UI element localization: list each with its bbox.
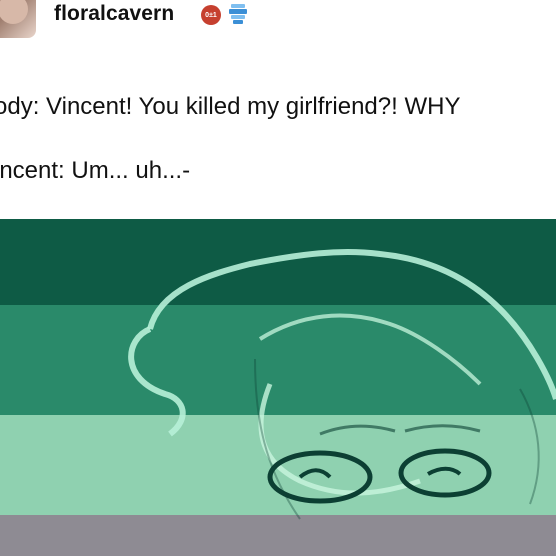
blue-stacked-badge-icon [229, 4, 247, 24]
dialogue-line-1: ody: Vincent! You killed my girlfriend?!… [0, 93, 461, 120]
avatar-hair [0, 0, 28, 24]
cartoon-face-illustration-icon [128, 249, 556, 520]
red-hexagon-badge-icon: 0±1 [201, 5, 221, 25]
post-image[interactable] [0, 219, 556, 556]
username[interactable]: floralcavern [54, 2, 174, 26]
avatar[interactable] [0, 0, 36, 38]
dialogue-line-2: incent: Um... uh...- [0, 157, 191, 184]
post-header: floralcavern 0±1 [0, 0, 556, 44]
